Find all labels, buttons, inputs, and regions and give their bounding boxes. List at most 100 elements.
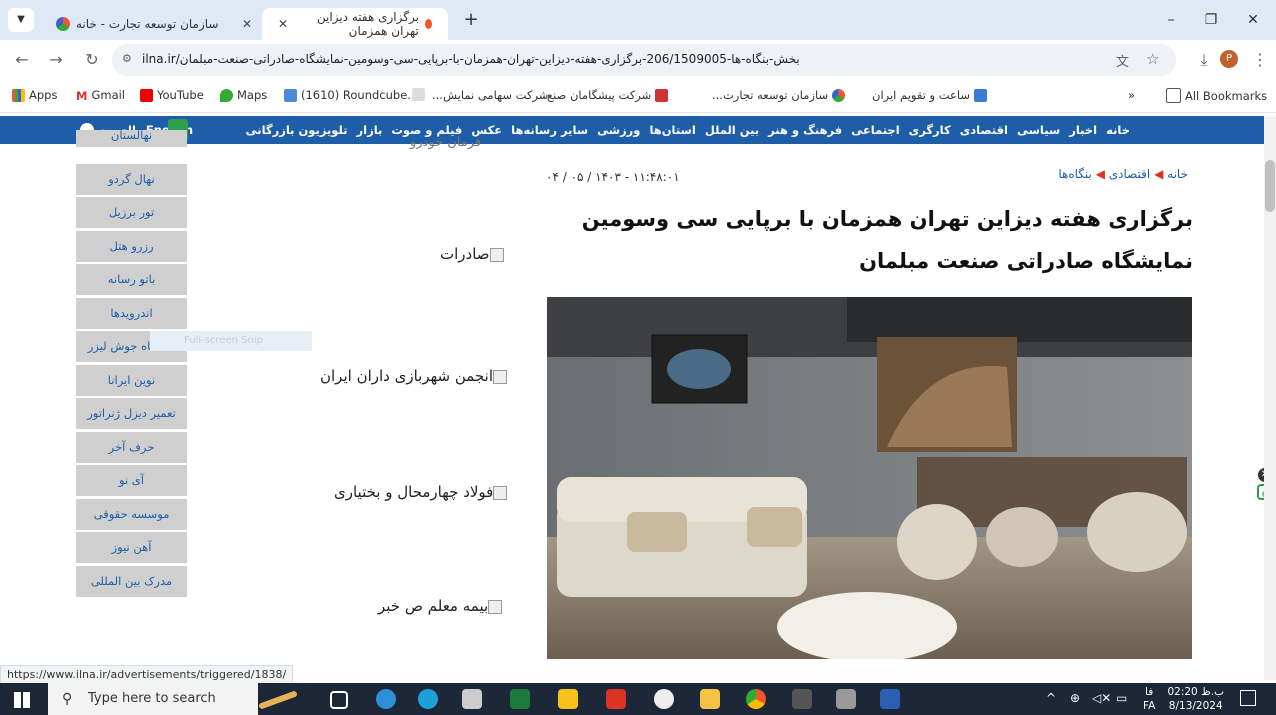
bookmark-maps[interactable]: Maps <box>220 88 267 102</box>
url-text[interactable]: ilna.ir/بخش-بنگاه-ها-206/1509005-برگزاری… <box>142 52 972 66</box>
ad-link[interactable]: صادرات <box>440 245 506 263</box>
sidebar-ad-item[interactable]: رزرو هتل <box>76 230 187 262</box>
ad-link[interactable]: بیمه معلم ص خبر <box>378 597 504 615</box>
bookmark-pishgaman[interactable]: شرکت پیشگامان صنع... <box>536 88 672 102</box>
all-bookmarks[interactable]: All Bookmarks <box>1166 88 1267 103</box>
word-icon[interactable] <box>880 689 900 709</box>
sidebar-ad-item[interactable]: تور برزیل <box>76 197 187 228</box>
sidebar-ad-item[interactable]: اندرویدها <box>76 297 187 329</box>
sidebar-ad-item[interactable]: باتو رسانه <box>76 264 187 295</box>
gmail-icon: M <box>76 88 88 103</box>
breadcrumb-economy[interactable]: اقتصادی <box>1109 167 1151 181</box>
sidebar-ad-item[interactable]: آی نو <box>76 465 187 496</box>
nav-item[interactable]: کارگری <box>909 123 951 143</box>
windows-start-icon[interactable] <box>14 692 30 708</box>
nav-item[interactable]: استان‌ها <box>649 123 695 143</box>
tab-1[interactable]: سازمان توسعه تجارت - خانه <box>40 8 250 40</box>
reload-icon[interactable]: ↻ <box>80 48 104 72</box>
bookmark-blank[interactable] <box>412 88 429 101</box>
nav-item[interactable]: اقتصادی <box>960 123 1008 143</box>
app-icon-blue[interactable] <box>376 689 396 709</box>
system-clock[interactable]: 02:20 ب.ظ 8/13/2024 <box>1167 685 1224 713</box>
nav-item[interactable]: بین الملل <box>705 123 759 143</box>
sidebar-ad-item[interactable]: موسسه حقوقی <box>76 498 187 530</box>
calculator-icon[interactable] <box>792 689 812 709</box>
bookmark-sahami[interactable]: شرکت سهامی نمایش... <box>432 88 548 102</box>
speaker-muted-icon[interactable]: ◁✕ <box>1092 691 1111 705</box>
language-indicator[interactable]: فا FA <box>1143 685 1155 713</box>
bookmarks-overflow[interactable]: » <box>1128 88 1135 102</box>
sidebar-ad-item[interactable]: نهال گردو <box>76 163 187 195</box>
quill-icon[interactable] <box>462 689 482 709</box>
nav-item[interactable]: اخبار <box>1069 123 1097 143</box>
sidebar-ad-item[interactable]: تعمیر دیزل ژنراتور <box>76 398 187 429</box>
nav-item[interactable]: سیاسی <box>1017 123 1060 143</box>
sidebar-ad-item[interactable]: حرف آخر <box>76 431 187 463</box>
sidebar-ad-item[interactable]: مدرک بین المللی <box>76 565 187 597</box>
snipping-tool-icon[interactable] <box>836 689 856 709</box>
scrollbar-thumb[interactable] <box>1265 160 1275 212</box>
close-icon: ✕ <box>242 17 253 31</box>
bookmark-time-ir[interactable]: ساعت و تقویم ایران <box>872 88 991 102</box>
ad-link[interactable]: فولاد چهارمحال و بختیاری <box>334 483 509 501</box>
taskbar-search-box[interactable]: ⚲ Type here to search <box>48 683 258 715</box>
bookmark-star-icon[interactable]: ☆ <box>1146 50 1159 68</box>
edge-icon[interactable] <box>418 689 438 709</box>
display-icon[interactable]: ▭ <box>1116 691 1127 705</box>
broken-image-icon <box>493 485 508 500</box>
tab-3-active[interactable]: برگزاری هفته دیزاین تهران همزمان ✕ <box>262 8 448 40</box>
bookmark-youtube[interactable]: YouTube <box>140 88 204 102</box>
ad-top-partial[interactable]: فرمان خودرو <box>410 135 481 150</box>
download-icon[interactable]: ⤓ <box>1192 48 1216 72</box>
forward-arrow-icon[interactable]: → <box>44 48 68 72</box>
back-arrow-icon[interactable]: ← <box>10 48 34 72</box>
bookmark-apps[interactable]: Apps <box>12 88 57 102</box>
nav-item[interactable]: تلویزیون بازرگانی <box>246 123 348 143</box>
network-icon[interactable]: ⊕ <box>1070 691 1080 705</box>
close-icon[interactable]: ✕ <box>278 17 288 31</box>
sidebar-ad-list: نهالستان نهال گردو تور برزیل رزرو هتل باتو ر… <box>76 129 187 654</box>
file-explorer-icon[interactable] <box>700 689 720 709</box>
task-view-icon[interactable] <box>330 691 348 709</box>
menu-kebab-icon[interactable]: ⋮ <box>1248 48 1272 72</box>
translate-icon[interactable]: 文 <box>1116 51 1129 70</box>
sidebar-ad-item[interactable]: نهالستان <box>76 129 187 147</box>
notifications-icon[interactable] <box>1240 690 1256 706</box>
tab-search-button[interactable]: ▼ <box>8 8 34 32</box>
excel-icon[interactable] <box>510 689 530 709</box>
arrow-left-icon: ◀ <box>1095 167 1105 181</box>
ad-link[interactable]: انجمن شهربازی داران ایران <box>320 367 509 385</box>
nav-item[interactable]: سایر رسانه‌ها <box>511 123 588 143</box>
nav-item[interactable]: بازار <box>357 123 383 143</box>
nav-item[interactable]: فرهنگ و هنر <box>768 123 842 143</box>
sticky-notes-icon[interactable] <box>558 689 578 709</box>
new-tab-button[interactable]: + <box>456 8 486 32</box>
apps-grid-icon <box>12 88 25 102</box>
app-icon-gray[interactable] <box>654 689 674 709</box>
bookmark-tpo[interactable]: سازمان توسعه تجارت... <box>712 88 849 102</box>
nav-item[interactable]: اجتماعی <box>851 123 899 143</box>
nav-item[interactable]: ورزشی <box>597 123 640 143</box>
bookmarks-bar: Apps M Gmail YouTube Maps (1610) Roundcub… <box>0 80 1276 113</box>
tray-chevron-icon[interactable]: ^ <box>1046 691 1056 705</box>
breadcrumb-home[interactable]: خانه <box>1167 167 1188 181</box>
sidebar-ad-item[interactable]: نوین ایرانا <box>76 364 187 396</box>
site-info-icon[interactable]: ⚙ <box>122 52 132 65</box>
minimize-icon[interactable]: – <box>1156 8 1186 32</box>
restore-icon[interactable]: ❐ <box>1196 8 1226 32</box>
address-bar[interactable]: ⚙ ilna.ir/بخش-بنگاه-ها-206/1509005-برگزا… <box>112 44 1176 76</box>
close-tab-1[interactable]: ✕ <box>226 8 256 40</box>
broken-image-icon <box>488 599 503 614</box>
chrome-icon[interactable] <box>746 689 766 709</box>
furniture-showroom-image <box>547 297 1192 659</box>
bookmark-roundcube[interactable]: (1610) Roundcube... <box>284 88 418 102</box>
acrobat-icon[interactable] <box>606 689 626 709</box>
page-icon <box>412 88 425 101</box>
breadcrumb-enterprises[interactable]: بنگاه‌ها <box>1058 167 1092 181</box>
nav-item[interactable]: خانه <box>1106 123 1130 143</box>
bookmark-gmail[interactable]: M Gmail <box>76 88 125 103</box>
profile-avatar[interactable]: P <box>1220 50 1238 68</box>
pencil-graphic-icon <box>258 690 298 710</box>
sidebar-ad-item[interactable]: آهن نیوز <box>76 532 187 563</box>
window-close-icon[interactable]: ✕ <box>1238 8 1268 32</box>
